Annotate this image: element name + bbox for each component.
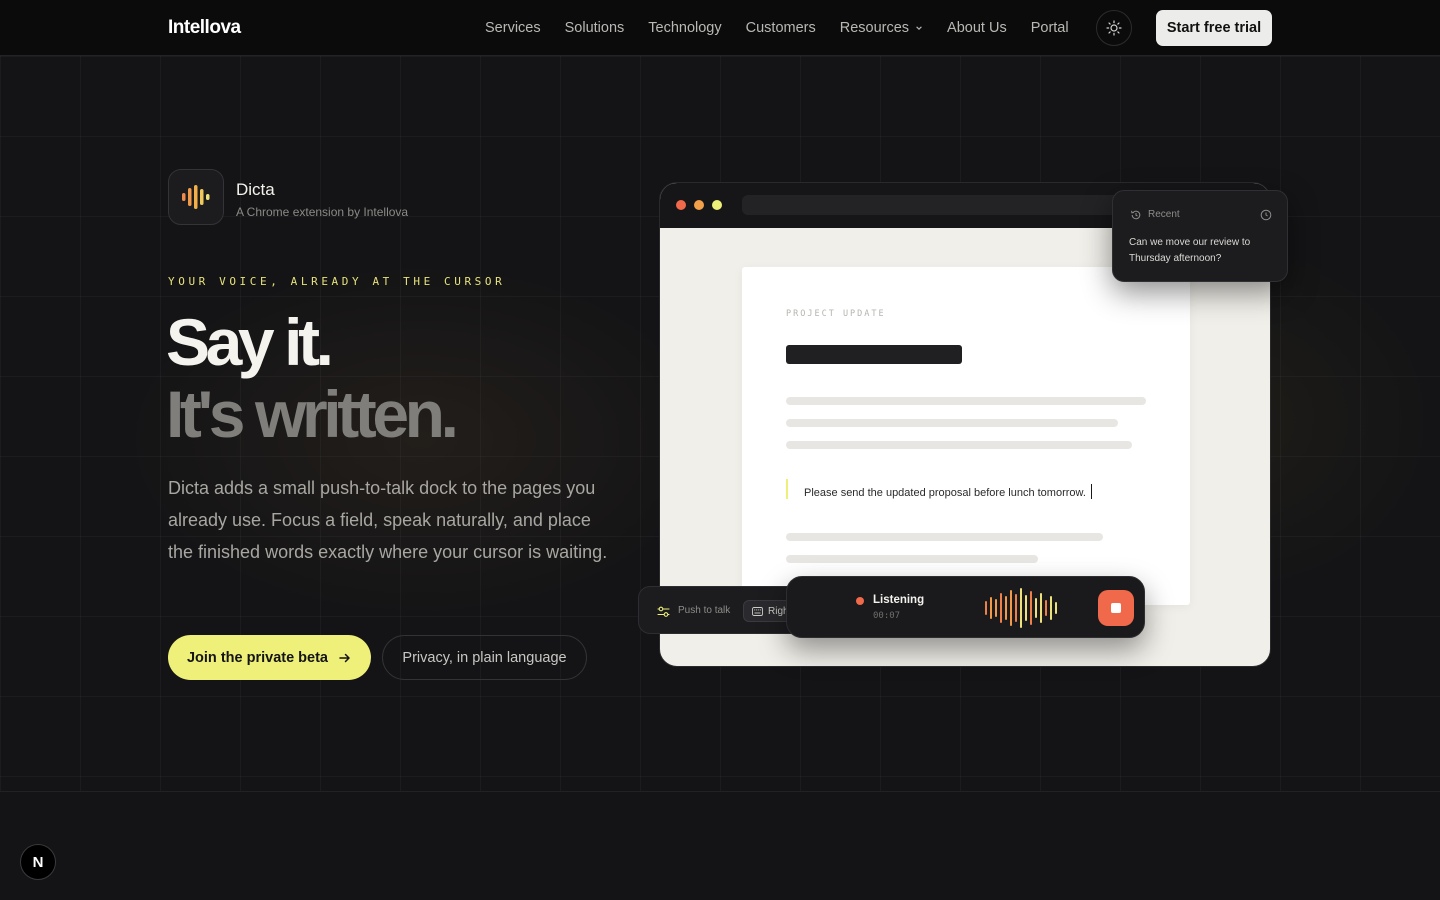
waveform-bar bbox=[1055, 602, 1057, 614]
doc-text-line bbox=[786, 441, 1132, 449]
waveform-bar bbox=[1025, 595, 1027, 621]
waveform-bar bbox=[985, 601, 987, 615]
listening-status: Listening bbox=[873, 594, 925, 606]
nav-link-resources-label: Resources bbox=[839, 20, 910, 36]
dictated-text-field[interactable]: Please send the updated proposal before … bbox=[804, 484, 1093, 499]
app-subtitle: A Chrome extension by Intellova bbox=[236, 205, 409, 219]
elapsed-time: 00:07 bbox=[873, 611, 901, 621]
arrow-right-icon bbox=[339, 653, 350, 662]
hero-description: Dicta adds a small push-to-talk dock to … bbox=[168, 478, 608, 562]
nav-link-services[interactable]: Services bbox=[485, 20, 541, 36]
waveform-logo-icon bbox=[182, 185, 210, 209]
nav-link-resources[interactable]: Resources bbox=[840, 20, 923, 36]
join-beta-label: Join the private beta bbox=[186, 649, 328, 666]
keyboard-icon bbox=[752, 606, 763, 616]
dicta-app-icon bbox=[168, 169, 224, 225]
chevron-down-icon bbox=[916, 26, 922, 30]
section-divider bbox=[0, 791, 1440, 792]
insertion-marker bbox=[786, 479, 788, 499]
sliders-icon bbox=[657, 606, 670, 617]
sun-icon bbox=[1106, 20, 1122, 36]
hero-headline-line2: It's written. bbox=[166, 377, 459, 451]
app-name: Dicta bbox=[236, 180, 275, 199]
doc-text-line bbox=[786, 419, 1118, 427]
nav-link-customers[interactable]: Customers bbox=[746, 20, 816, 36]
window-minimize-dot bbox=[694, 200, 704, 210]
doc-title-placeholder bbox=[786, 345, 962, 364]
recording-indicator bbox=[856, 597, 864, 605]
join-beta-button[interactable]: Join the private beta bbox=[168, 635, 371, 680]
waveform-bar bbox=[995, 599, 997, 617]
waveform-bar bbox=[1015, 594, 1017, 622]
nav-link-solutions[interactable]: Solutions bbox=[565, 20, 625, 36]
stop-icon bbox=[1111, 603, 1121, 613]
nav-link-portal[interactable]: Portal bbox=[1031, 20, 1069, 36]
waveform-bar bbox=[1045, 600, 1047, 616]
clock-icon[interactable] bbox=[1260, 209, 1272, 221]
hero-headline-line1: Say it. bbox=[166, 305, 334, 379]
nav-link-about[interactable]: About Us bbox=[947, 20, 1007, 36]
dev-tools-badge[interactable]: N bbox=[20, 844, 56, 880]
history-icon bbox=[1131, 210, 1141, 220]
text-cursor bbox=[1090, 484, 1093, 499]
waveform-bar bbox=[1050, 596, 1052, 620]
doc-text-line bbox=[786, 555, 1038, 563]
doc-text-line bbox=[786, 533, 1103, 541]
recent-transcript-text: Can we move our review to Thursday after… bbox=[1129, 237, 1251, 264]
address-bar bbox=[742, 195, 1122, 215]
doc-eyebrow: PROJECT UPDATE bbox=[786, 309, 886, 319]
nav-links: Services Solutions Technology Customers … bbox=[485, 0, 1069, 56]
brand-logo[interactable]: Intellova bbox=[168, 17, 241, 39]
audio-waveform bbox=[985, 588, 1057, 628]
theme-toggle-button[interactable] bbox=[1096, 10, 1132, 46]
waveform-bar bbox=[1020, 588, 1022, 628]
window-close-dot bbox=[676, 200, 686, 210]
recent-transcripts-popup[interactable]: Recent Can we move our review to Thursda… bbox=[1112, 190, 1288, 282]
waveform-bar bbox=[1035, 598, 1037, 618]
window-maximize-dot bbox=[712, 200, 722, 210]
privacy-button[interactable]: Privacy, in plain language bbox=[382, 635, 587, 680]
nav-link-technology[interactable]: Technology bbox=[648, 20, 721, 36]
top-navbar: Intellova Services Solutions Technology … bbox=[0, 0, 1440, 56]
start-free-trial-button[interactable]: Start free trial bbox=[1156, 10, 1272, 46]
push-to-talk-label: Push to talk bbox=[678, 605, 731, 616]
waveform-bar bbox=[1040, 593, 1042, 623]
waveform-bar bbox=[990, 597, 992, 619]
hero-eyebrow: YOUR VOICE, ALREADY AT THE CURSOR bbox=[168, 275, 506, 288]
waveform-bar bbox=[1030, 591, 1032, 625]
stop-recording-button[interactable] bbox=[1098, 590, 1134, 626]
doc-text-line bbox=[786, 397, 1146, 405]
waveform-bar bbox=[1010, 590, 1012, 626]
waveform-bar bbox=[1000, 593, 1002, 623]
listening-dock: Listening 00:07 bbox=[786, 576, 1145, 638]
document-page: PROJECT UPDATE Please send the updated p… bbox=[742, 267, 1190, 605]
dictated-text: Please send the updated proposal before … bbox=[804, 487, 1086, 499]
waveform-bar bbox=[1005, 596, 1007, 620]
recent-label: Recent bbox=[1148, 209, 1180, 220]
